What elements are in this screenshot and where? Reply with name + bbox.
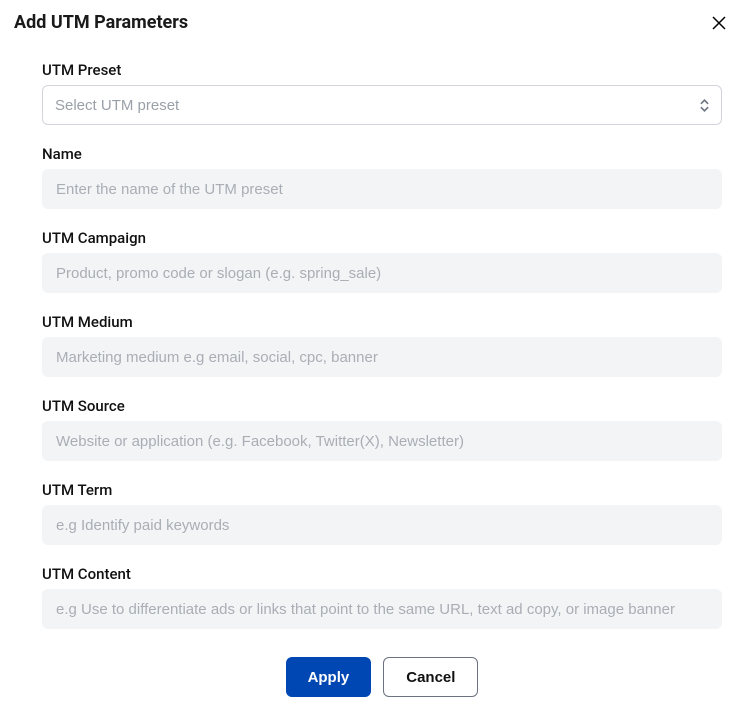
label-utm-content: UTM Content (42, 565, 722, 583)
field-utm-source: UTM Source (42, 397, 722, 461)
input-name[interactable] (42, 169, 722, 209)
modal-header: Add UTM Parameters (14, 12, 728, 33)
label-name: Name (42, 145, 722, 163)
input-utm-campaign[interactable] (42, 253, 722, 293)
label-utm-campaign: UTM Campaign (42, 229, 722, 247)
input-utm-content[interactable] (42, 589, 722, 629)
modal-actions: Apply Cancel (42, 657, 722, 697)
input-utm-source[interactable] (42, 421, 722, 461)
field-utm-campaign: UTM Campaign (42, 229, 722, 293)
field-utm-term: UTM Term (42, 481, 722, 545)
close-icon[interactable] (710, 14, 728, 32)
label-utm-term: UTM Term (42, 481, 722, 499)
chevron-updown-icon (700, 99, 709, 112)
utm-form: UTM Preset Select UTM preset Name UTM Ca… (14, 61, 728, 697)
field-name: Name (42, 145, 722, 209)
select-utm-preset-placeholder: Select UTM preset (55, 97, 179, 114)
label-utm-medium: UTM Medium (42, 313, 722, 331)
input-utm-medium[interactable] (42, 337, 722, 377)
field-utm-content: UTM Content (42, 565, 722, 629)
label-utm-preset: UTM Preset (42, 61, 722, 79)
apply-button[interactable]: Apply (286, 657, 372, 697)
select-utm-preset[interactable]: Select UTM preset (42, 85, 722, 125)
modal-title: Add UTM Parameters (14, 12, 188, 33)
cancel-button[interactable]: Cancel (383, 657, 478, 697)
label-utm-source: UTM Source (42, 397, 722, 415)
input-utm-term[interactable] (42, 505, 722, 545)
field-utm-preset: UTM Preset Select UTM preset (42, 61, 722, 125)
field-utm-medium: UTM Medium (42, 313, 722, 377)
